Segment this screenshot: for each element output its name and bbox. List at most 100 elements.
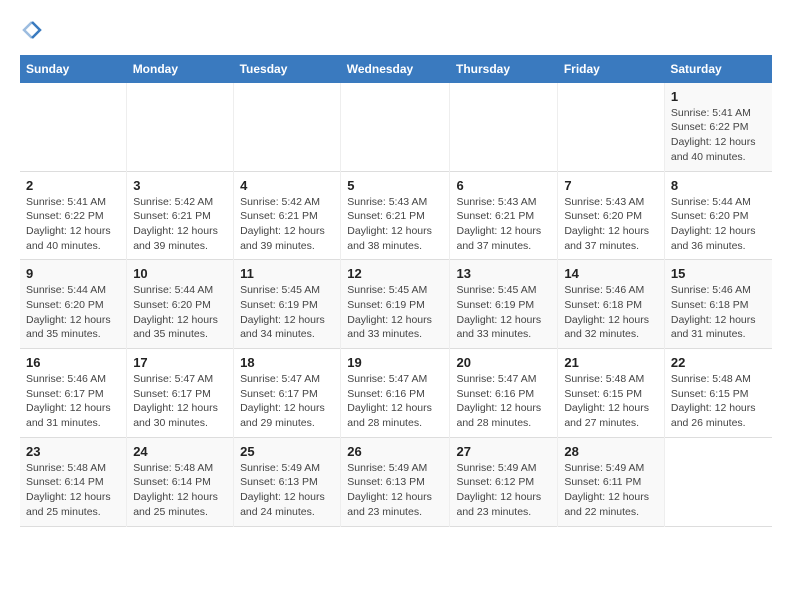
calendar-cell: 14 Sunrise: 5:46 AM Sunset: 6:18 PM Dayli… xyxy=(558,260,665,349)
weekday-header-row: SundayMondayTuesdayWednesdayThursdayFrid… xyxy=(20,55,772,83)
calendar-cell: 9 Sunrise: 5:44 AM Sunset: 6:20 PM Daylig… xyxy=(20,260,127,349)
calendar-week-3: 9 Sunrise: 5:44 AM Sunset: 6:20 PM Daylig… xyxy=(20,260,772,349)
day-info: Sunrise: 5:47 AM Sunset: 6:16 PM Dayligh… xyxy=(456,372,551,431)
calendar-cell: 21Sunrise: 5:48 AM Sunset: 6:15 PM Dayli… xyxy=(558,349,665,438)
calendar-cell: 6 Sunrise: 5:43 AM Sunset: 6:21 PM Daylig… xyxy=(450,171,558,260)
calendar-cell: 17 Sunrise: 5:47 AM Sunset: 6:17 PM Dayli… xyxy=(127,349,234,438)
day-number: 10 xyxy=(133,266,227,281)
day-info: Sunrise: 5:42 AM Sunset: 6:21 PM Dayligh… xyxy=(133,195,227,254)
logo-text xyxy=(20,20,42,45)
weekday-header-friday: Friday xyxy=(558,55,665,83)
day-info: Sunrise: 5:46 AM Sunset: 6:18 PM Dayligh… xyxy=(564,283,658,342)
day-number: 24 xyxy=(133,444,227,459)
calendar-cell: 7 Sunrise: 5:43 AM Sunset: 6:20 PM Daylig… xyxy=(558,171,665,260)
calendar-cell: 4 Sunrise: 5:42 AM Sunset: 6:21 PM Daylig… xyxy=(234,171,341,260)
day-number: 18 xyxy=(240,355,334,370)
calendar-cell xyxy=(664,437,772,526)
calendar-week-1: 1 Sunrise: 5:41 AM Sunset: 6:22 PM Daylig… xyxy=(20,83,772,171)
day-number: 14 xyxy=(564,266,658,281)
calendar-cell: 15 Sunrise: 5:46 AM Sunset: 6:18 PM Dayli… xyxy=(664,260,772,349)
calendar-week-4: 16 Sunrise: 5:46 AM Sunset: 6:17 PM Dayli… xyxy=(20,349,772,438)
day-number: 27 xyxy=(456,444,551,459)
day-number: 13 xyxy=(456,266,551,281)
day-info: Sunrise: 5:47 AM Sunset: 6:17 PM Dayligh… xyxy=(240,372,334,431)
weekday-header-saturday: Saturday xyxy=(664,55,772,83)
weekday-header-thursday: Thursday xyxy=(450,55,558,83)
day-info: Sunrise: 5:45 AM Sunset: 6:19 PM Dayligh… xyxy=(456,283,551,342)
day-info: Sunrise: 5:48 AM Sunset: 6:14 PM Dayligh… xyxy=(133,461,227,520)
calendar-cell: 5 Sunrise: 5:43 AM Sunset: 6:21 PM Daylig… xyxy=(341,171,450,260)
day-number: 28 xyxy=(564,444,658,459)
calendar-cell xyxy=(558,83,665,171)
logo-icon xyxy=(22,20,42,40)
calendar-cell: 27 Sunrise: 5:49 AM Sunset: 6:12 PM Dayli… xyxy=(450,437,558,526)
day-info: Sunrise: 5:44 AM Sunset: 6:20 PM Dayligh… xyxy=(133,283,227,342)
day-info: Sunrise: 5:45 AM Sunset: 6:19 PM Dayligh… xyxy=(240,283,334,342)
day-info: Sunrise: 5:49 AM Sunset: 6:11 PM Dayligh… xyxy=(564,461,658,520)
day-info: Sunrise: 5:49 AM Sunset: 6:13 PM Dayligh… xyxy=(347,461,443,520)
day-number: 25 xyxy=(240,444,334,459)
day-info: Sunrise: 5:42 AM Sunset: 6:21 PM Dayligh… xyxy=(240,195,334,254)
calendar-cell xyxy=(127,83,234,171)
day-number: 26 xyxy=(347,444,443,459)
day-number: 6 xyxy=(456,178,551,193)
day-number: 2 xyxy=(26,178,120,193)
calendar-cell: 2Sunrise: 5:41 AM Sunset: 6:22 PM Daylig… xyxy=(20,171,127,260)
day-info: Sunrise: 5:48 AM Sunset: 6:15 PM Dayligh… xyxy=(671,372,766,431)
calendar-table: SundayMondayTuesdayWednesdayThursdayFrid… xyxy=(20,55,772,527)
calendar-cell: 13 Sunrise: 5:45 AM Sunset: 6:19 PM Dayli… xyxy=(450,260,558,349)
weekday-header-tuesday: Tuesday xyxy=(234,55,341,83)
day-info: Sunrise: 5:47 AM Sunset: 6:16 PM Dayligh… xyxy=(347,372,443,431)
calendar-cell: 23 Sunrise: 5:48 AM Sunset: 6:14 PM Dayli… xyxy=(20,437,127,526)
calendar-cell: 28 Sunrise: 5:49 AM Sunset: 6:11 PM Dayli… xyxy=(558,437,665,526)
day-info: Sunrise: 5:44 AM Sunset: 6:20 PM Dayligh… xyxy=(671,195,766,254)
calendar-cell: 8Sunrise: 5:44 AM Sunset: 6:20 PM Daylig… xyxy=(664,171,772,260)
day-number: 5 xyxy=(347,178,443,193)
day-info: Sunrise: 5:47 AM Sunset: 6:17 PM Dayligh… xyxy=(133,372,227,431)
calendar-cell: 24 Sunrise: 5:48 AM Sunset: 6:14 PM Dayli… xyxy=(127,437,234,526)
calendar-week-5: 23 Sunrise: 5:48 AM Sunset: 6:14 PM Dayli… xyxy=(20,437,772,526)
day-info: Sunrise: 5:46 AM Sunset: 6:18 PM Dayligh… xyxy=(671,283,766,342)
day-info: Sunrise: 5:44 AM Sunset: 6:20 PM Dayligh… xyxy=(26,283,120,342)
day-info: Sunrise: 5:43 AM Sunset: 6:20 PM Dayligh… xyxy=(564,195,658,254)
calendar-cell: 26 Sunrise: 5:49 AM Sunset: 6:13 PM Dayli… xyxy=(341,437,450,526)
calendar-week-2: 2Sunrise: 5:41 AM Sunset: 6:22 PM Daylig… xyxy=(20,171,772,260)
calendar-cell: 18 Sunrise: 5:47 AM Sunset: 6:17 PM Dayli… xyxy=(234,349,341,438)
calendar-cell: 16 Sunrise: 5:46 AM Sunset: 6:17 PM Dayli… xyxy=(20,349,127,438)
calendar-cell: 10 Sunrise: 5:44 AM Sunset: 6:20 PM Dayli… xyxy=(127,260,234,349)
day-info: Sunrise: 5:41 AM Sunset: 6:22 PM Dayligh… xyxy=(671,106,766,165)
day-info: Sunrise: 5:43 AM Sunset: 6:21 PM Dayligh… xyxy=(456,195,551,254)
day-number: 17 xyxy=(133,355,227,370)
calendar-cell: 19 Sunrise: 5:47 AM Sunset: 6:16 PM Dayli… xyxy=(341,349,450,438)
calendar-cell: 3Sunrise: 5:42 AM Sunset: 6:21 PM Daylig… xyxy=(127,171,234,260)
day-number: 12 xyxy=(347,266,443,281)
day-number: 11 xyxy=(240,266,334,281)
calendar-cell: 22 Sunrise: 5:48 AM Sunset: 6:15 PM Dayli… xyxy=(664,349,772,438)
calendar-cell: 20 Sunrise: 5:47 AM Sunset: 6:16 PM Dayli… xyxy=(450,349,558,438)
day-number: 21 xyxy=(564,355,658,370)
day-number: 15 xyxy=(671,266,766,281)
day-info: Sunrise: 5:46 AM Sunset: 6:17 PM Dayligh… xyxy=(26,372,120,431)
day-number: 9 xyxy=(26,266,120,281)
calendar-cell: 25Sunrise: 5:49 AM Sunset: 6:13 PM Dayli… xyxy=(234,437,341,526)
calendar-cell: 12 Sunrise: 5:45 AM Sunset: 6:19 PM Dayli… xyxy=(341,260,450,349)
weekday-header-sunday: Sunday xyxy=(20,55,127,83)
calendar-cell xyxy=(20,83,127,171)
day-number: 4 xyxy=(240,178,334,193)
calendar-cell: 1 Sunrise: 5:41 AM Sunset: 6:22 PM Daylig… xyxy=(664,83,772,171)
logo xyxy=(20,20,42,45)
calendar-cell xyxy=(234,83,341,171)
day-number: 7 xyxy=(564,178,658,193)
day-number: 22 xyxy=(671,355,766,370)
day-info: Sunrise: 5:45 AM Sunset: 6:19 PM Dayligh… xyxy=(347,283,443,342)
day-number: 20 xyxy=(456,355,551,370)
day-number: 1 xyxy=(671,89,766,104)
day-number: 16 xyxy=(26,355,120,370)
day-number: 19 xyxy=(347,355,443,370)
day-number: 23 xyxy=(26,444,120,459)
weekday-header-monday: Monday xyxy=(127,55,234,83)
day-info: Sunrise: 5:49 AM Sunset: 6:12 PM Dayligh… xyxy=(456,461,551,520)
day-info: Sunrise: 5:48 AM Sunset: 6:14 PM Dayligh… xyxy=(26,461,120,520)
weekday-header-wednesday: Wednesday xyxy=(341,55,450,83)
day-info: Sunrise: 5:43 AM Sunset: 6:21 PM Dayligh… xyxy=(347,195,443,254)
